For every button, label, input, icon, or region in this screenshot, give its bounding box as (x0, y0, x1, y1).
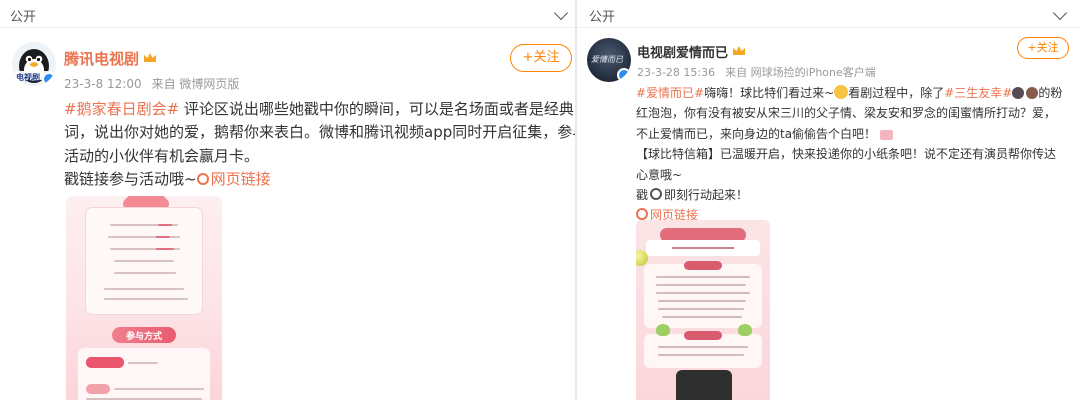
follow-button[interactable]: +关注 (1017, 37, 1069, 59)
face-emoji-icon (834, 85, 849, 99)
post-meta: 23-3-28 15:36 来自 网球场捡的iPhone客户端 (637, 64, 886, 80)
body-text: 红泡泡，你有没有被安从宋三川的父子情、梁友安和罗念的闺蜜情所打动？爱， (636, 106, 1057, 121)
post-line: 不止爱情而已，来向身边的ta偷偷告个白吧！ (636, 124, 1062, 144)
post-timestamp[interactable]: 23-3-8 12:00 (64, 77, 142, 91)
link-emoji-icon (647, 185, 665, 203)
username[interactable]: 腾讯电视剧 (64, 48, 157, 69)
tennis-ball-icon (636, 250, 648, 266)
heart-letter-emoji-icon (880, 129, 894, 140)
post-meta: 23-3-8 12:00 来自 微博网页版 (64, 75, 249, 92)
hashtag-link[interactable]: #爱情而已# (636, 86, 704, 100)
post-body: #鹅家春日剧会# 评论区说出哪些她戳中你的瞬间，可以是名场面或者是经典台 词，说… (64, 98, 580, 191)
chevron-down-icon[interactable] (553, 5, 569, 21)
sprout-icon (656, 324, 670, 336)
post-image[interactable] (636, 220, 770, 400)
girls-emoji-icon (1012, 87, 1025, 99)
post-line: 心意哦~ (636, 165, 1062, 185)
left-post-header-bar: 公开 (0, 0, 580, 28)
post-source: 来自 网球场捡的iPhone客户端 (725, 66, 876, 79)
username-text[interactable]: 腾讯电视剧 (64, 50, 139, 68)
post-line: #爱情而已#嗨嗨！球比特们看过来~ 看剧过程中，除了#三生友幸# 的粉 (636, 83, 1062, 103)
body-text: 心意哦~ (636, 167, 683, 182)
avatar[interactable]: 爱情而已 (587, 38, 631, 82)
avatar-logo-text: 电视剧 (16, 73, 40, 82)
visibility-label: 公开 (10, 10, 37, 25)
verified-badge-icon (42, 72, 56, 86)
post-line: 红泡泡，你有没有被安从宋三川的父子情、梁友安和罗念的闺蜜情所打动？爱， (636, 103, 1062, 123)
crown-icon (143, 49, 157, 62)
post-timestamp[interactable]: 23-3-28 15:36 (637, 66, 715, 79)
left-weibo-post: 公开 电视剧 腾讯电视剧 23-3-8 12:00 来自 微博网页版 +关注 #鹅… (0, 0, 580, 400)
body-text: 不止爱情而已，来向身边的ta偷偷告个白吧！ (636, 126, 877, 141)
web-link-text[interactable]: 网页链接 (211, 170, 271, 188)
avatar-logo-text: 爱情而已 (591, 55, 623, 64)
avatar[interactable]: 电视剧 (12, 42, 56, 86)
web-link[interactable]: 网页链接 (194, 170, 271, 188)
username[interactable]: 电视剧爱情而已 (637, 42, 746, 61)
hashtag-link[interactable]: #三生友幸# (944, 86, 1012, 100)
body-text: 【球比特信箱】已温暖开启，快来投递你的小纸条吧！说不定还有演员帮你传达 (636, 147, 1057, 162)
poster-banner: 参与方式 (112, 327, 176, 343)
girls-emoji-icon (1026, 87, 1039, 99)
right-weibo-post: 公开 爱情而已 电视剧爱情而已 23-3-28 15:36 来自 网球场捡的iPh… (575, 0, 1080, 400)
body-text: 活动的小伙伴有机会赢月卡。 (64, 146, 260, 165)
verified-badge-icon (617, 68, 631, 82)
body-text: 词，说出你对她的爱，鹅帮你来表白。微博和腾讯视频app同时开启征集，参与 (64, 123, 580, 142)
post-image[interactable]: 参与方式 (66, 196, 222, 400)
chevron-down-icon[interactable] (1052, 5, 1068, 21)
link-icon (194, 170, 212, 188)
body-text: 戳 (636, 187, 649, 202)
post-line: 词，说出你对她的爱，鹅帮你来表白。微博和腾讯视频app同时开启征集，参与 (64, 121, 580, 144)
body-text: 即刻行动起来！ (664, 187, 749, 202)
post-source: 来自 微博网页版 (151, 77, 240, 91)
post-line: 戳即刻行动起来！ (636, 185, 1062, 205)
body-text: 看剧过程中，除了 (848, 86, 945, 100)
follow-button[interactable]: +关注 (510, 44, 572, 72)
body-text: 嗨嗨！球比特们看过来~ (704, 86, 835, 100)
poster-section (644, 331, 762, 368)
post-line: #鹅家春日剧会# 评论区说出哪些她戳中你的瞬间，可以是名场面或者是经典台 (64, 98, 580, 121)
right-post-header-bar: 公开 (577, 0, 1080, 28)
body-text: 评论区说出哪些她戳中你的瞬间，可以是名场面或者是经典台 (179, 100, 580, 118)
body-text: 戳链接参与活动哦~ (64, 169, 197, 188)
username-text[interactable]: 电视剧爱情而已 (637, 46, 728, 61)
post-line: 【球比特信箱】已温暖开启，快来投递你的小纸条吧！说不定还有演员帮你传达 (636, 144, 1062, 164)
crown-icon (732, 45, 746, 56)
post-body: #爱情而已#嗨嗨！球比特们看过来~ 看剧过程中，除了#三生友幸# 的粉 红泡泡，你有… (633, 83, 1062, 226)
poster-text-card (86, 208, 202, 314)
body-text: 的粉 (1038, 86, 1063, 100)
visibility-label: 公开 (589, 10, 616, 25)
post-line: 戳链接参与活动哦~ 网页链接 (64, 168, 580, 191)
poster-section (644, 261, 762, 328)
phone-graphic-icon (676, 370, 732, 400)
post-line: 活动的小伙伴有机会赢月卡。 (64, 145, 580, 168)
poster-date-box (646, 240, 760, 256)
poster-detail-card (78, 348, 210, 400)
hashtag-link[interactable]: #鹅家春日剧会# (64, 100, 179, 118)
poster-banner-text: 参与方式 (125, 332, 162, 342)
sprout-icon (738, 324, 752, 336)
